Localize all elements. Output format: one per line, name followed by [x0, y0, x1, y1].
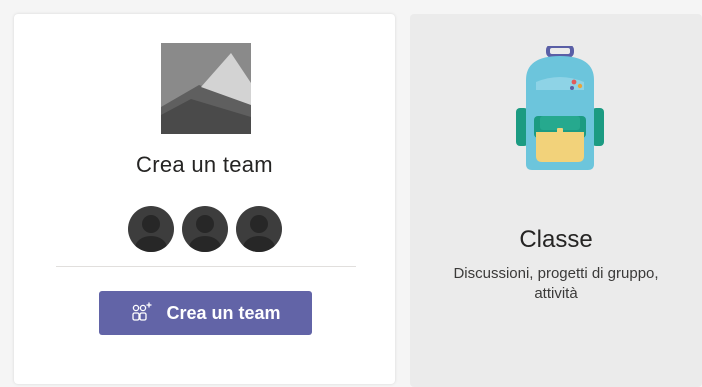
backpack-icon — [516, 46, 604, 170]
divider — [56, 266, 356, 267]
add-team-icon — [132, 302, 152, 321]
create-team-title: Crea un team — [136, 152, 273, 177]
person-avatar-icon — [181, 206, 228, 252]
class-description: Discussioni, progetti di gruppo, attivit… — [430, 264, 682, 304]
class-title: Classe — [519, 226, 593, 253]
class-description-line: attività — [534, 285, 578, 302]
create-team-button[interactable]: Crea un team — [99, 291, 312, 335]
person-avatar-icon — [235, 206, 282, 252]
create-team-button-label: Crea un team — [166, 302, 281, 323]
person-avatar-icon — [127, 206, 174, 252]
class-description-line: Discussioni, progetti di gruppo, — [453, 265, 659, 282]
class-team-card[interactable]: Classe Discussioni, progetti di gruppo, … — [410, 14, 702, 387]
image-placeholder-icon — [161, 43, 251, 134]
avatar-group — [14, 206, 395, 252]
create-team-card: Crea un team Crea un team — [14, 14, 395, 384]
